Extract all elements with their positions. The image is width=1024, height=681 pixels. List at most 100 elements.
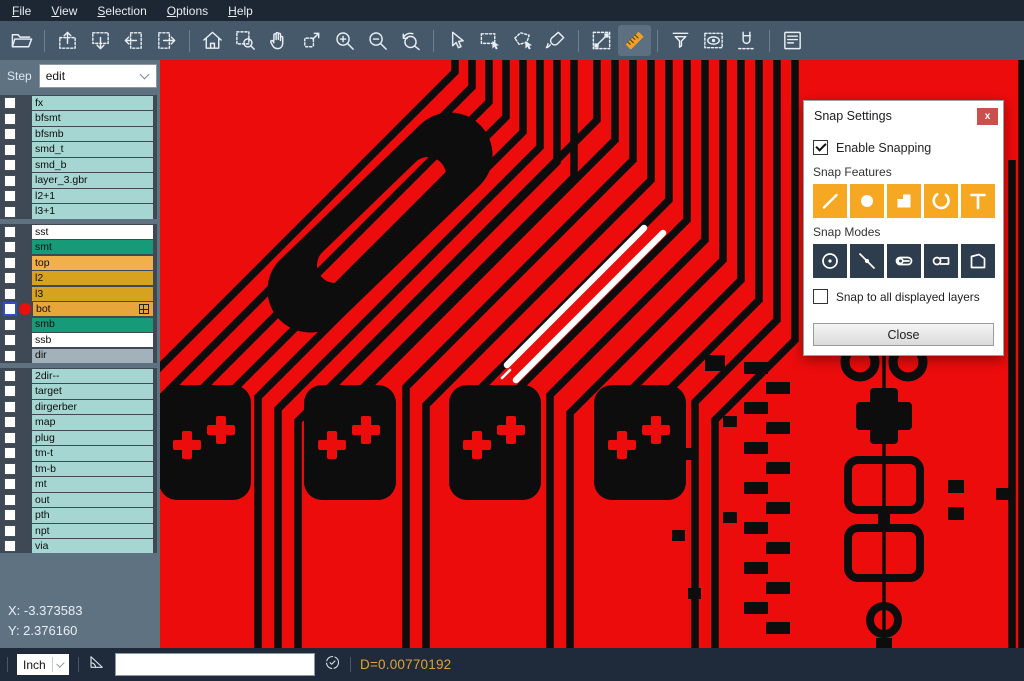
layer-visibility-checkbox[interactable] bbox=[4, 226, 16, 238]
layer-row-smd_t[interactable]: smd_t bbox=[0, 142, 153, 156]
shift-left-button[interactable] bbox=[117, 25, 150, 56]
menu-item-options[interactable]: Options bbox=[157, 0, 218, 21]
enable-snapping-checkbox[interactable] bbox=[813, 140, 828, 155]
layer-visibility-checkbox[interactable] bbox=[4, 288, 16, 300]
layer-visibility-checkbox[interactable] bbox=[4, 447, 16, 459]
layer-name[interactable]: top bbox=[32, 256, 153, 270]
layer-name[interactable]: target bbox=[32, 384, 153, 398]
layer-row-smb[interactable]: smb bbox=[0, 318, 153, 332]
layer-name[interactable]: smb bbox=[32, 318, 153, 332]
layer-name[interactable]: smd_t bbox=[32, 142, 153, 156]
layer-row-tm-t[interactable]: tm-t bbox=[0, 446, 153, 460]
layer-visibility-checkbox[interactable] bbox=[4, 113, 16, 125]
snap-mode-slot-end-button[interactable] bbox=[887, 244, 921, 278]
layer-name[interactable]: bfsmb bbox=[32, 127, 153, 141]
move-shape-button[interactable] bbox=[295, 25, 328, 56]
layer-row-pth[interactable]: pth bbox=[0, 508, 153, 522]
layer-row-map[interactable]: map bbox=[0, 415, 153, 429]
zoom-in-button[interactable] bbox=[328, 25, 361, 56]
layer-row-bot[interactable]: bot bbox=[0, 302, 153, 316]
layer-name[interactable]: npt bbox=[32, 524, 153, 538]
menu-item-help[interactable]: Help bbox=[218, 0, 263, 21]
layer-visibility-checkbox[interactable] bbox=[4, 478, 16, 490]
snap-all-layers-checkbox[interactable] bbox=[813, 289, 828, 304]
layer-name[interactable]: fx bbox=[32, 96, 153, 110]
layer-name[interactable]: tm-b bbox=[32, 462, 153, 476]
menu-item-file[interactable]: File bbox=[2, 0, 41, 21]
units-dropdown[interactable]: Inch bbox=[17, 654, 69, 675]
paint-brush-button[interactable] bbox=[539, 25, 572, 56]
layer-row-smt[interactable]: smt bbox=[0, 240, 153, 254]
select-polygon-button[interactable] bbox=[506, 25, 539, 56]
measure-distance-button[interactable] bbox=[585, 25, 618, 56]
layer-name[interactable]: ssb bbox=[32, 333, 153, 347]
layer-name[interactable]: l3 bbox=[32, 287, 153, 301]
layer-name[interactable]: sst bbox=[32, 225, 153, 239]
layer-row-out[interactable]: out bbox=[0, 493, 153, 507]
layer-visibility-checkbox[interactable] bbox=[4, 272, 16, 284]
zoom-out-button[interactable] bbox=[361, 25, 394, 56]
layer-row-via[interactable]: via bbox=[0, 539, 153, 553]
layer-visibility-checkbox[interactable] bbox=[4, 206, 16, 218]
layer-row-layer_3.gbr[interactable]: layer_3.gbr bbox=[0, 173, 153, 187]
layer-row-target[interactable]: target bbox=[0, 384, 153, 398]
layer-visibility-checkbox[interactable] bbox=[4, 159, 16, 171]
layer-visibility-checkbox[interactable] bbox=[4, 370, 16, 382]
snap-feature-text-button[interactable] bbox=[961, 184, 995, 218]
layer-name[interactable]: bfsmt bbox=[32, 111, 153, 125]
layer-name[interactable]: smt bbox=[32, 240, 153, 254]
layer-visibility-checkbox[interactable] bbox=[4, 144, 16, 156]
filter-button[interactable] bbox=[664, 25, 697, 56]
layer-name[interactable]: tm-t bbox=[32, 446, 153, 460]
layer-visibility-checkbox[interactable] bbox=[4, 190, 16, 202]
zoom-region-button[interactable] bbox=[229, 25, 262, 56]
shift-right-button[interactable] bbox=[150, 25, 183, 56]
snap-mode-contour-button[interactable] bbox=[961, 244, 995, 278]
layer-row-dirgerber[interactable]: dirgerber bbox=[0, 400, 153, 414]
menu-item-selection[interactable]: Selection bbox=[87, 0, 156, 21]
layer-name[interactable]: via bbox=[32, 539, 153, 553]
menu-item-view[interactable]: View bbox=[41, 0, 87, 21]
layer-name[interactable]: mt bbox=[32, 477, 153, 491]
layer-visibility-checkbox[interactable] bbox=[3, 302, 17, 316]
dialog-close-icon[interactable]: x bbox=[977, 108, 998, 125]
layer-row-mt[interactable]: mt bbox=[0, 477, 153, 491]
layer-row-bfsmb[interactable]: bfsmb bbox=[0, 127, 153, 141]
select-arrow-button[interactable] bbox=[440, 25, 473, 56]
snap-mode-slot-round-button[interactable] bbox=[924, 244, 958, 278]
layer-name[interactable]: l2 bbox=[32, 271, 153, 285]
layer-row-l2[interactable]: l2 bbox=[0, 271, 153, 285]
layer-name[interactable]: out bbox=[32, 493, 153, 507]
snap-feature-pad-button[interactable] bbox=[850, 184, 884, 218]
layer-visibility-checkbox[interactable] bbox=[4, 319, 16, 331]
layer-row-sst[interactable]: sst bbox=[0, 225, 153, 239]
snap-feature-arc-button[interactable] bbox=[924, 184, 958, 218]
layer-row-2dir--[interactable]: 2dir-- bbox=[0, 369, 153, 383]
layer-name[interactable]: bot bbox=[33, 302, 153, 316]
layer-row-dir[interactable]: dir bbox=[0, 349, 153, 363]
layer-visibility-checkbox[interactable] bbox=[4, 509, 16, 521]
layer-visibility-checkbox[interactable] bbox=[4, 97, 16, 109]
home-view-button[interactable] bbox=[196, 25, 229, 56]
layer-visibility-checkbox[interactable] bbox=[4, 334, 16, 346]
layer-row-l2+1[interactable]: l2+1 bbox=[0, 189, 153, 203]
layer-name[interactable]: l2+1 bbox=[32, 189, 153, 203]
layer-name[interactable]: dir bbox=[32, 349, 153, 363]
layers-form-button[interactable] bbox=[776, 25, 809, 56]
layer-visibility-checkbox[interactable] bbox=[4, 525, 16, 537]
open-file-button[interactable] bbox=[5, 25, 38, 56]
layer-visibility-checkbox[interactable] bbox=[4, 540, 16, 552]
layer-row-l3[interactable]: l3 bbox=[0, 287, 153, 301]
layer-visibility-checkbox[interactable] bbox=[4, 241, 16, 253]
snap-magnet-button[interactable] bbox=[730, 25, 763, 56]
layer-name[interactable]: 2dir-- bbox=[32, 369, 153, 383]
layer-row-plug[interactable]: plug bbox=[0, 431, 153, 445]
layer-visibility-checkbox[interactable] bbox=[4, 257, 16, 269]
zoom-previous-button[interactable] bbox=[394, 25, 427, 56]
dialog-titlebar[interactable]: Snap Settings x bbox=[804, 101, 1003, 129]
import-down-button[interactable] bbox=[84, 25, 117, 56]
pan-hand-button[interactable] bbox=[262, 25, 295, 56]
layer-row-tm-b[interactable]: tm-b bbox=[0, 462, 153, 476]
step-dropdown[interactable]: edit bbox=[39, 64, 157, 88]
layer-row-smd_b[interactable]: smd_b bbox=[0, 158, 153, 172]
